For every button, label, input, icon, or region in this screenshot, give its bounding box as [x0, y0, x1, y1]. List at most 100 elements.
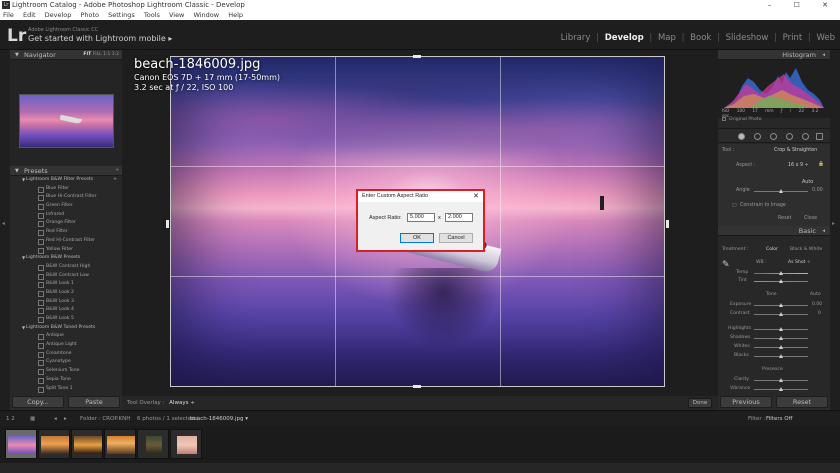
copy-button[interactable]: Copy... — [12, 396, 64, 408]
contrast-slider[interactable] — [754, 312, 808, 316]
menu-view[interactable]: View — [169, 11, 184, 19]
add-icon[interactable]: + — [113, 176, 117, 185]
slider-knob[interactable] — [779, 336, 783, 340]
navigator-preview[interactable] — [10, 60, 122, 166]
preset-item[interactable]: Blue Filter — [10, 185, 122, 194]
preset-item[interactable]: Red Hi-Contrast Filter — [10, 237, 122, 246]
preset-group[interactable]: Lightroom B&W Filter Presets + — [10, 176, 122, 185]
reset-button[interactable]: Reset — [776, 396, 828, 408]
preset-item[interactable]: Selenium Tone — [10, 367, 122, 376]
zoom-1-1[interactable]: 1:1 — [103, 52, 110, 57]
close-icon[interactable]: ✕ — [473, 191, 479, 202]
slider-knob[interactable] — [779, 312, 783, 316]
preset-item[interactable]: B&W Contrast High — [10, 263, 122, 272]
preset-item[interactable]: Blue Hi-Contrast Filter — [10, 193, 122, 202]
module-slideshow[interactable]: Slideshow — [726, 33, 769, 43]
preset-item[interactable]: B&W Look 1 — [10, 280, 122, 289]
module-develop[interactable]: Develop — [605, 33, 644, 43]
filmstrip-thumbnail[interactable] — [71, 429, 103, 459]
crop-handle-left[interactable] — [166, 220, 169, 228]
wb-select[interactable]: As Shot ÷ — [788, 260, 811, 265]
slider-knob[interactable] — [779, 303, 783, 307]
menu-settings[interactable]: Settings — [108, 11, 135, 19]
slider-knob[interactable] — [779, 378, 783, 382]
paste-button[interactable]: Paste — [68, 396, 120, 408]
menu-edit[interactable]: Edit — [23, 11, 36, 19]
checkbox[interactable] — [722, 117, 726, 121]
auto-straighten-button[interactable]: Auto — [802, 180, 813, 185]
filter-select[interactable]: Filters Off — [766, 411, 792, 427]
presets-header[interactable]: ▼ Presets + — [10, 166, 122, 176]
preset-item[interactable]: Creamtone — [10, 350, 122, 359]
forward-arrow-icon[interactable]: ▸ — [64, 411, 67, 427]
view-buttons[interactable]: 1 2 — [6, 411, 15, 427]
preset-group[interactable]: Lightroom B&W Presets — [10, 254, 122, 263]
exposure-value[interactable]: 0.00 — [812, 302, 822, 307]
window-controls[interactable]: – ☐ ✕ — [768, 0, 838, 10]
whites-slider[interactable] — [754, 345, 808, 349]
module-library[interactable]: Library — [561, 33, 591, 43]
module-print[interactable]: Print — [783, 33, 803, 43]
ok-button[interactable]: OK — [400, 233, 434, 243]
done-button[interactable]: Done — [688, 398, 712, 408]
clarity-slider[interactable] — [754, 378, 808, 382]
preset-item[interactable]: B&W Look 2 — [10, 289, 122, 298]
filmstrip-thumbnail[interactable] — [38, 429, 70, 459]
preset-item[interactable]: Orange Filter — [10, 219, 122, 228]
right-panel-collapse-tab[interactable]: ▸ — [830, 50, 840, 410]
filmstrip-path[interactable]: beach-1846009.jpg ▾ — [190, 411, 248, 427]
previous-button[interactable]: Previous — [720, 396, 772, 408]
aspect-width-input[interactable]: 5.000 — [407, 213, 435, 222]
constrain-checkbox[interactable]: ▢ — [732, 203, 737, 208]
cancel-button[interactable]: Cancel — [439, 233, 473, 243]
zoom-fill[interactable]: FILL — [93, 52, 102, 57]
temp-slider[interactable] — [754, 271, 808, 275]
graduated-filter-icon[interactable] — [786, 133, 793, 140]
preset-item[interactable]: Antique — [10, 332, 122, 341]
filmstrip-thumbnail[interactable] — [137, 429, 169, 459]
preset-item[interactable]: Cyanotype — [10, 358, 122, 367]
slider-knob[interactable] — [779, 327, 783, 331]
preset-item[interactable]: Red Filter — [10, 228, 122, 237]
menu-file[interactable]: File — [3, 11, 14, 19]
back-arrow-icon[interactable]: ◂ — [54, 411, 57, 427]
crop-close-button[interactable]: Close — [804, 216, 817, 221]
contrast-value[interactable]: 0 — [818, 311, 821, 316]
slider-knob[interactable] — [779, 387, 783, 391]
crop-handle-bottom[interactable] — [413, 385, 421, 388]
slider-knob[interactable] — [779, 271, 783, 275]
module-web[interactable]: Web — [816, 33, 835, 43]
navigator-header[interactable]: ▼ Navigator FIT FILL 1:1 1:2 — [10, 50, 122, 60]
filmstrip-thumbnail[interactable] — [5, 429, 37, 459]
menu-tools[interactable]: Tools — [144, 11, 160, 19]
slider-knob[interactable] — [779, 279, 783, 283]
treatment-bw[interactable]: Black & White — [790, 247, 822, 252]
preset-item[interactable]: Sepia Tone — [10, 376, 122, 385]
angle-slider[interactable] — [754, 189, 808, 193]
left-panel-collapse-tab[interactable]: ◂ — [0, 50, 10, 410]
menu-window[interactable]: Window — [193, 11, 219, 19]
preset-item[interactable]: Infrared — [10, 211, 122, 220]
histogram-header[interactable]: Histogram ◂ — [718, 50, 830, 60]
navigator-thumbnail[interactable] — [19, 94, 114, 148]
histogram[interactable]: ISO 100 17 mm ƒ / 22 3.2 sec — [718, 60, 830, 119]
filmstrip-source[interactable]: Folder : CROP.KNH — [80, 411, 130, 427]
mobile-link[interactable]: Get started with Lightroom mobile ▸ — [28, 34, 172, 43]
tint-slider[interactable] — [754, 279, 808, 283]
aspect-height-input[interactable]: 2.000 — [445, 213, 473, 222]
preset-item[interactable]: Split Tone 1 — [10, 385, 122, 394]
crop-handle-top[interactable] — [413, 55, 421, 58]
adjustment-brush-icon[interactable] — [816, 133, 823, 140]
highlights-slider[interactable] — [754, 327, 808, 331]
shadows-slider[interactable] — [754, 336, 808, 340]
crop-tool-icon[interactable] — [738, 133, 745, 140]
vibrance-slider[interactable] — [754, 387, 808, 391]
slider-knob[interactable] — [779, 354, 783, 358]
treatment-color[interactable]: Color — [766, 247, 778, 252]
preset-item[interactable]: B&W Look 3 — [10, 298, 122, 307]
crop-reset-button[interactable]: Reset — [778, 216, 791, 221]
blacks-slider[interactable] — [754, 354, 808, 358]
radial-filter-icon[interactable] — [802, 133, 809, 140]
zoom-1-2[interactable]: 1:2 — [112, 52, 119, 57]
red-eye-icon[interactable] — [770, 133, 777, 140]
